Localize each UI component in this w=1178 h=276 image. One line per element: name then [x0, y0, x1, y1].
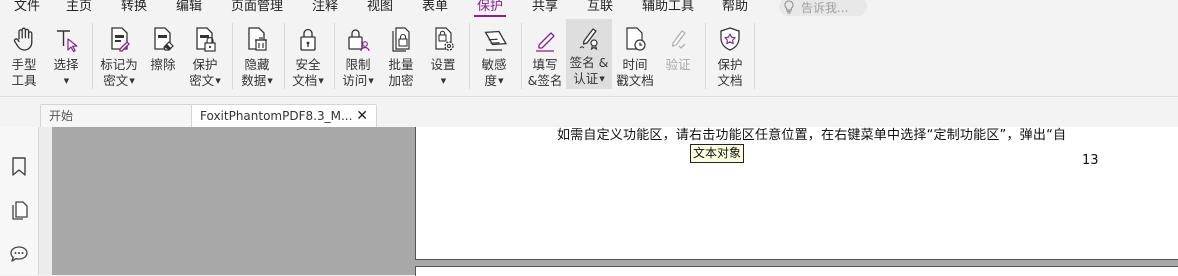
menu-form[interactable]: 表单 [422, 0, 448, 16]
hide-data-label: 隐藏 数据 [241, 57, 270, 88]
erase-button[interactable]: 擦除 [143, 21, 183, 93]
menu-comment[interactable]: 注释 [312, 0, 338, 16]
ribbon-divider [469, 23, 470, 89]
pen-icon [536, 32, 555, 52]
menu-share[interactable]: 共享 [532, 0, 558, 16]
menu-accessibility[interactable]: 辅助工具 [642, 0, 694, 16]
menu-edit[interactable]: 编辑 [176, 0, 202, 16]
trash-doc-icon [248, 27, 267, 51]
eraser-icon [154, 27, 174, 51]
validate-label: 验证 [665, 57, 691, 72]
hover-tooltip: 文本对象 [690, 144, 745, 163]
dropdown-caret-icon: ▼ [267, 77, 273, 85]
menu-home[interactable]: 主页 [66, 0, 92, 16]
redaction-lock-icon [196, 27, 216, 52]
lock-gear-icon [435, 27, 454, 51]
fill-sign-label: 填写 &签名 [527, 57, 563, 88]
ribbon-protect: 手型 工具 选择 ▼ 标记为 密文▼ 擦除 保护 密文▼ 隐藏 数据▼ 安全 文… [0, 17, 1178, 97]
timestamp-button[interactable]: 时间 戳文档 [614, 21, 656, 93]
timestamp-label: 时间 戳文档 [616, 57, 654, 88]
menu-connect[interactable]: 互联 [587, 0, 613, 16]
hide-data-button[interactable]: 隐藏 数据▼ [237, 21, 277, 93]
document-text-line[interactable]: 如需自定义功能区，请右击功能区任意位置，在右键菜单中选择“定制功能区”，弹出“自 [557, 124, 1066, 143]
fill-sign-button[interactable]: 填写 &签名 [526, 21, 564, 93]
tab-document-label: FoxitPhantomPDF8.3_M... [200, 109, 353, 123]
protect-redaction-button[interactable]: 保护 密文▼ [185, 21, 225, 93]
ribbon-divider [705, 23, 706, 89]
tab-start-label: 开始 [49, 109, 74, 123]
menu-help[interactable]: 帮助 [722, 0, 748, 16]
document-background [52, 127, 415, 275]
ribbon-divider [334, 23, 335, 89]
hand-tool-label: 手型 工具 [11, 57, 37, 88]
dropdown-caret-icon: ▼ [440, 77, 447, 85]
ribbon-divider [92, 23, 93, 89]
select-label: 选择 [53, 57, 79, 72]
dropdown-caret-icon: ▼ [599, 75, 605, 83]
mark-redaction-button[interactable]: 标记为 密文▼ [99, 21, 139, 93]
ribbon-divider [232, 23, 233, 89]
protect-redaction-label: 保护 密文 [189, 57, 218, 88]
dropdown-caret-icon: ▼ [318, 77, 324, 85]
batch-encrypt-button[interactable]: 批量 加密 [381, 21, 421, 93]
ribbon-divider [754, 23, 755, 89]
panel-gutter [39, 127, 52, 275]
ribbon-divider [521, 23, 522, 89]
hand-icon [13, 27, 33, 51]
erase-label: 擦除 [150, 57, 176, 72]
settings-label: 设置 [430, 57, 456, 72]
dropdown-caret-icon: ▼ [129, 77, 135, 85]
validate-button[interactable]: 验证 [658, 21, 698, 93]
tell-me-search[interactable]: 告诉我... [779, 0, 867, 16]
pages-icon[interactable] [9, 200, 29, 220]
navigation-panel [0, 127, 39, 275]
secure-document-button[interactable]: 安全 文档▼ [288, 21, 328, 93]
sensitivity-label-icon [484, 30, 508, 51]
text-select-icon [57, 30, 78, 53]
comments-icon[interactable] [9, 244, 29, 264]
menu-file[interactable]: 文件 [14, 0, 40, 16]
tab-start[interactable]: 开始 [40, 104, 192, 127]
page-number: 13 [1082, 153, 1099, 168]
tab-document[interactable]: FoxitPhantomPDF8.3_M... ✕ [191, 104, 377, 127]
select-button[interactable]: 选择 ▼ [46, 21, 86, 93]
bookmark-icon[interactable] [9, 156, 29, 176]
validate-pen-icon [671, 30, 686, 49]
sensitivity-button[interactable]: 敏感 度▼ [474, 21, 514, 93]
pdf-page[interactable] [415, 127, 1178, 260]
dropdown-caret-icon: ▼ [498, 77, 504, 85]
secure-document-label: 安全 文档 [292, 57, 321, 88]
protect-document-label: 保护 文档 [717, 57, 743, 88]
shield-icon [720, 27, 740, 51]
menu-organize[interactable]: 页面管理 [231, 0, 283, 16]
sign-certify-icon [579, 28, 598, 51]
close-icon[interactable]: ✕ [356, 105, 368, 127]
protect-document-button[interactable]: 保护 文档 [710, 21, 750, 93]
batch-lock-icon [392, 27, 410, 52]
security-settings-button[interactable]: 设置 ▼ [423, 21, 463, 93]
hand-tool-button[interactable]: 手型 工具 [4, 21, 44, 93]
lightbulb-icon [783, 0, 795, 14]
menu-bar: 文件 主页 转换 编辑 页面管理 注释 视图 表单 保护 共享 互联 辅助工具 … [0, 0, 1178, 17]
tell-me-placeholder: 告诉我... [801, 0, 849, 15]
sign-certify-button[interactable]: 签名 & 认证▼ [566, 19, 612, 89]
dropdown-caret-icon: ▼ [63, 77, 70, 85]
restrict-access-label: 限制 访问 [342, 57, 371, 88]
clock-doc-icon [626, 27, 646, 51]
lock-icon [300, 28, 316, 51]
menu-view[interactable]: 视图 [367, 0, 393, 16]
dropdown-caret-icon: ▼ [215, 77, 221, 85]
menu-convert[interactable]: 转换 [121, 0, 147, 16]
restrict-access-button[interactable]: 限制 访问▼ [338, 21, 378, 93]
lock-user-icon [348, 29, 370, 52]
batch-encrypt-label: 批量 加密 [388, 57, 414, 88]
ribbon-divider [284, 23, 285, 89]
mark-redact-icon [111, 27, 130, 52]
document-tab-bar: 开始 FoxitPhantomPDF8.3_M... ✕ [0, 97, 1178, 127]
menu-protect[interactable]: 保护 [473, 0, 507, 17]
dropdown-caret-icon: ▼ [368, 77, 374, 85]
